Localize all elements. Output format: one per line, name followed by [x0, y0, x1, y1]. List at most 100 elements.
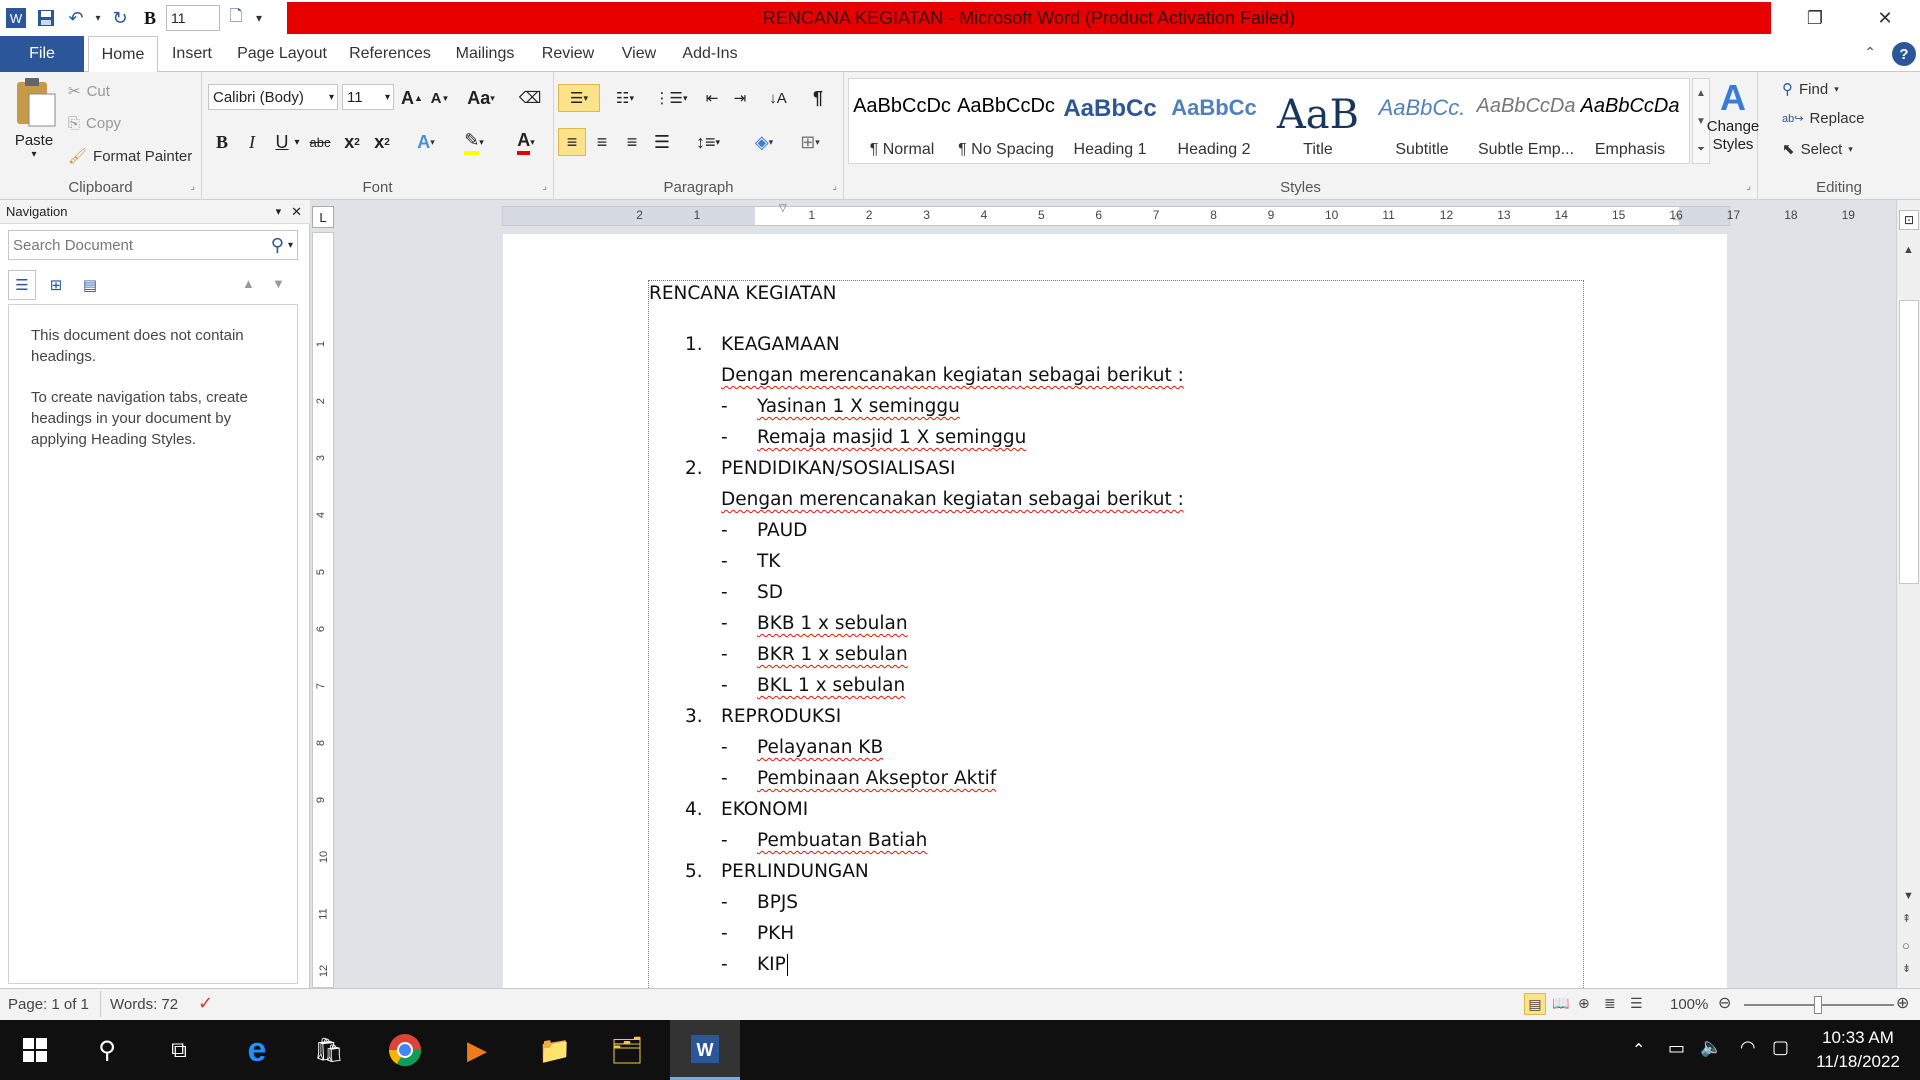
- full-screen-reading-icon[interactable]: 📖: [1552, 995, 1569, 1012]
- vertical-scrollbar[interactable]: ⊡ ▲ ▼ ⇞ ○ ⇟: [1896, 200, 1920, 988]
- select-browse-object-icon[interactable]: ○: [1902, 938, 1910, 953]
- pages-view-icon[interactable]: ⊞: [42, 270, 70, 300]
- replace-button[interactable]: ab↪ Replace: [1782, 110, 1865, 127]
- page-count[interactable]: Page: 1 of 1: [8, 996, 89, 1013]
- search-options-icon[interactable]: ▾: [288, 240, 297, 251]
- right-indent-marker[interactable]: △: [1673, 211, 1681, 222]
- numbering-button[interactable]: ☷ ▾: [604, 84, 646, 112]
- page-setup-icon[interactable]: 🗋: [222, 3, 250, 33]
- superscript-button[interactable]: x2: [368, 128, 396, 156]
- change-case-button[interactable]: Aa ▾: [464, 84, 498, 112]
- styles-launcher-icon[interactable]: ⌟: [1746, 181, 1751, 192]
- shading-button[interactable]: ◈ ▾: [744, 128, 784, 156]
- clipboard-launcher-icon[interactable]: ⌟: [190, 181, 195, 192]
- bold-button[interactable]: B: [208, 128, 236, 156]
- headings-view-icon[interactable]: ☰: [8, 270, 36, 300]
- web-layout-icon[interactable]: ⊕: [1578, 995, 1590, 1012]
- notifications-icon[interactable]: ▢: [1772, 1037, 1789, 1058]
- print-layout-icon[interactable]: ▤: [1524, 993, 1546, 1015]
- show-formatting-button[interactable]: ¶: [804, 84, 832, 112]
- scroll-thumb[interactable]: [1899, 300, 1919, 584]
- tab-add-ins[interactable]: Add-Ins: [674, 36, 746, 72]
- underline-dropdown-icon[interactable]: ▾: [290, 128, 304, 156]
- help-icon[interactable]: ?: [1892, 42, 1916, 66]
- minimize-ribbon-icon[interactable]: ⌃: [1864, 44, 1876, 61]
- clock-time[interactable]: 10:33 AM: [1810, 1028, 1906, 1048]
- customize-qat-icon[interactable]: ▾: [252, 3, 266, 33]
- tab-insert[interactable]: Insert: [162, 36, 222, 72]
- media-player-icon[interactable]: ▶: [442, 1020, 512, 1080]
- zoom-level[interactable]: 100%: [1670, 996, 1708, 1013]
- tab-references[interactable]: References: [342, 36, 438, 72]
- cut-button[interactable]: ✂ Cut: [68, 82, 110, 101]
- scroll-up-icon[interactable]: ▲: [1903, 244, 1914, 256]
- increase-indent-button[interactable]: ⇥: [726, 84, 754, 112]
- justify-button[interactable]: ☰: [648, 128, 676, 156]
- tab-page-layout[interactable]: Page Layout: [232, 36, 332, 72]
- style-normal[interactable]: AaBbCcDc ¶ Normal: [851, 89, 953, 165]
- style-subtitle[interactable]: AaBbCc. Subtitle: [1371, 89, 1473, 165]
- indent-marker[interactable]: ▽: [779, 203, 787, 214]
- edge-icon[interactable]: e: [222, 1020, 292, 1080]
- file-explorer-icon[interactable]: 📁: [520, 1020, 590, 1080]
- font-color-button[interactable]: A ▾: [506, 128, 546, 156]
- show-hidden-icons-icon[interactable]: ⌃: [1632, 1040, 1645, 1060]
- close-icon[interactable]: ✕: [1850, 0, 1920, 36]
- line-spacing-button[interactable]: ↕≡ ▾: [688, 128, 728, 156]
- chrome-icon[interactable]: [370, 1020, 440, 1080]
- styles-scroll-up-icon[interactable]: ▲: [1693, 79, 1709, 107]
- subscript-button[interactable]: x2: [338, 128, 366, 156]
- borders-button[interactable]: ⊞ ▾: [790, 128, 830, 156]
- italic-button[interactable]: I: [238, 128, 266, 156]
- sort-button[interactable]: ↓A: [764, 84, 792, 112]
- ruler-toggle-icon[interactable]: ⊡: [1899, 210, 1919, 230]
- scroll-down-icon[interactable]: ▼: [1903, 890, 1914, 902]
- tab-review[interactable]: Review: [532, 36, 604, 72]
- font-size-combo[interactable]: 11 ▾: [342, 84, 394, 110]
- qat-font-size[interactable]: 11: [166, 5, 220, 31]
- windows-start-icon[interactable]: [0, 1020, 70, 1080]
- zoom-in-icon[interactable]: ⊕: [1896, 993, 1909, 1013]
- restore-icon[interactable]: ❐: [1780, 0, 1850, 36]
- style-title[interactable]: AaB Title: [1267, 89, 1369, 165]
- format-painter-button[interactable]: 🖌 Format Painter: [68, 147, 192, 166]
- font-name-combo[interactable]: Calibri (Body) ▾: [208, 84, 338, 110]
- decrease-indent-button[interactable]: ⇤: [698, 84, 726, 112]
- align-left-button[interactable]: ≡: [558, 128, 586, 156]
- zoom-slider-thumb[interactable]: [1814, 996, 1822, 1014]
- search-taskbar-icon[interactable]: ⚲: [72, 1020, 142, 1080]
- volume-icon[interactable]: 🔈: [1700, 1037, 1722, 1058]
- font-launcher-icon[interactable]: ⌟: [542, 181, 547, 192]
- search-input[interactable]: Search Document: [9, 237, 133, 254]
- align-right-button[interactable]: ≡: [618, 128, 646, 156]
- word-taskbar-icon[interactable]: W: [670, 1020, 740, 1080]
- style-no-spacing[interactable]: AaBbCcDc ¶ No Spacing: [955, 89, 1057, 165]
- style-subtle-emphasis[interactable]: AaBbCcDa Subtle Emp...: [1475, 89, 1577, 165]
- align-center-button[interactable]: ≡: [588, 128, 616, 156]
- strikethrough-button[interactable]: abc: [306, 128, 334, 156]
- tab-home[interactable]: Home: [88, 36, 158, 73]
- undo-icon[interactable]: ↶: [62, 3, 90, 33]
- search-icon[interactable]: ⚲: [271, 235, 288, 256]
- nav-next-icon[interactable]: ▼: [272, 276, 285, 291]
- change-styles-button[interactable]: A Change Styles: [1707, 78, 1760, 178]
- nav-search-box[interactable]: Search Document ⚲ ▾: [8, 230, 298, 260]
- copy-button[interactable]: ⎘ Copy: [68, 115, 121, 132]
- folder-icon[interactable]: 🗂: [592, 1020, 662, 1080]
- nav-previous-icon[interactable]: ▲: [242, 276, 255, 291]
- undo-dropdown-icon[interactable]: ▾: [92, 3, 104, 33]
- highlight-button[interactable]: ✎ ▾: [454, 128, 494, 156]
- select-button[interactable]: ⬉ Select ▾: [1782, 140, 1853, 159]
- grow-font-button[interactable]: A ▲: [398, 84, 426, 112]
- tab-view[interactable]: View: [614, 36, 664, 72]
- draft-icon[interactable]: ☰: [1630, 995, 1643, 1012]
- bullets-button[interactable]: ☰ ▾: [558, 84, 600, 112]
- tab-selector[interactable]: L: [312, 206, 334, 228]
- clear-formatting-icon[interactable]: ⌫: [516, 84, 544, 112]
- style-emphasis[interactable]: AaBbCcDa Emphasis: [1579, 89, 1681, 165]
- outline-icon[interactable]: ≣: [1604, 995, 1616, 1012]
- redo-icon[interactable]: ↻: [106, 3, 134, 33]
- nav-menu-icon[interactable]: ▾: [276, 205, 292, 218]
- clock-date[interactable]: 11/18/2022: [1810, 1052, 1906, 1072]
- wifi-icon[interactable]: ◠: [1740, 1037, 1756, 1058]
